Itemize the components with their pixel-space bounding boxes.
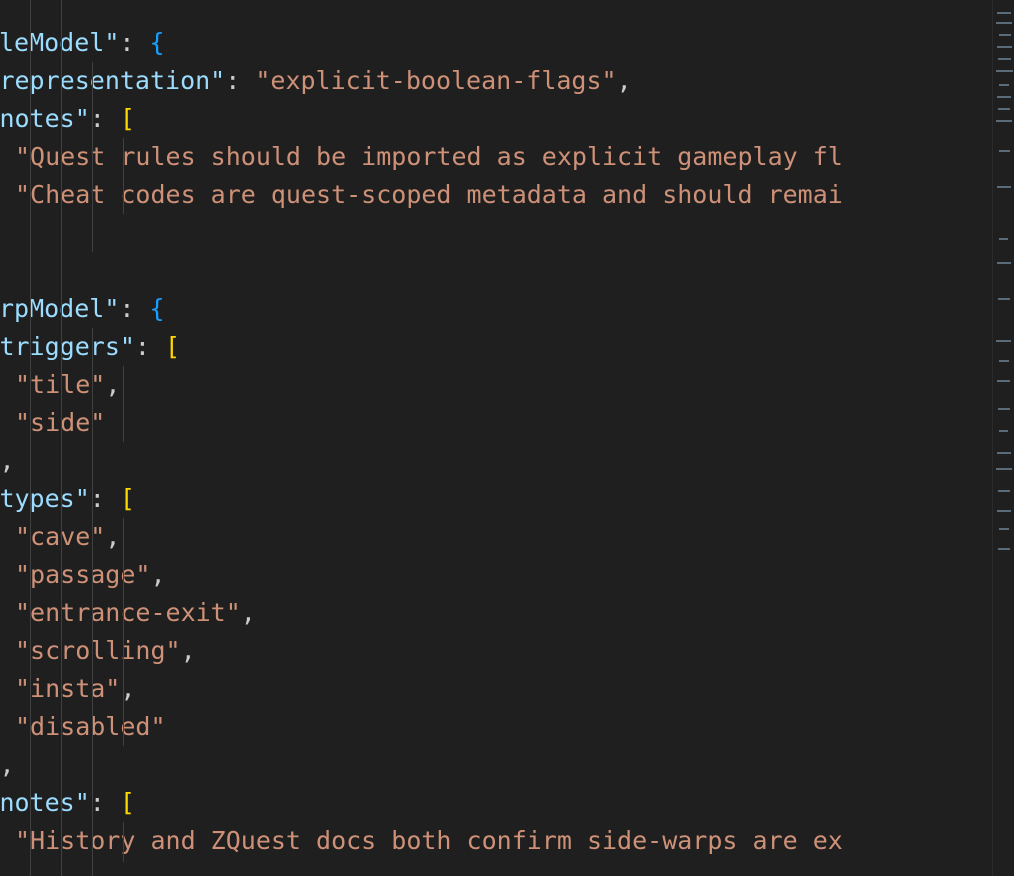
token-punc: : [225, 66, 256, 95]
token-punc: : [119, 294, 150, 323]
token-punc: : [89, 104, 120, 133]
token-punc: , [105, 370, 121, 399]
code-line[interactable]: "types": [ [0, 480, 135, 518]
minimap-mark [999, 34, 1011, 36]
token-punc: : [89, 484, 120, 513]
token-b2: [ [119, 104, 135, 133]
minimap-mark [998, 58, 1011, 60]
token-punc: , [150, 560, 166, 589]
code-line[interactable]: "History and ZQuest docs both confirm si… [15, 822, 843, 860]
vertical-scrollbar[interactable] [992, 0, 1014, 876]
code-line[interactable]: ], [0, 746, 15, 784]
code-line[interactable]: "passage", [15, 556, 166, 594]
token-b2: [ [119, 484, 135, 513]
token-str: "History and ZQuest docs both confirm si… [15, 826, 843, 855]
indent-guide [92, 62, 93, 252]
token-str: "passage" [15, 560, 151, 589]
token-str: "Cheat codes are quest-scoped metadata a… [15, 180, 843, 209]
minimap-mark [997, 96, 1011, 98]
minimap-mark [998, 408, 1010, 410]
token-str: "scrolling" [15, 636, 181, 665]
minimap-mark [999, 150, 1010, 152]
token-punc: , [0, 750, 15, 779]
token-key: "warpModel" [0, 294, 120, 323]
minimap-mark [999, 238, 1008, 240]
token-str: "entrance-exit" [15, 598, 241, 627]
token-str: "explicit-boolean-flags" [255, 66, 617, 95]
token-punc: , [0, 446, 15, 475]
token-b1: { [149, 28, 165, 57]
minimap-mark [998, 108, 1010, 110]
indent-guide [123, 822, 124, 862]
code-line[interactable]: ], [0, 442, 15, 480]
minimap-mark [996, 70, 1013, 72]
code-line[interactable]: "insta", [15, 670, 135, 708]
minimap-mark [997, 46, 1012, 48]
code-line[interactable]: "representation": "explicit-boolean-flag… [0, 62, 632, 100]
indent-guide [123, 518, 124, 746]
token-punc: : [89, 788, 120, 817]
token-punc: : [119, 28, 150, 57]
token-punc: , [180, 636, 196, 665]
token-key: "notes" [0, 788, 90, 817]
code-line[interactable]: "triggers": [ [0, 328, 180, 366]
code-editor[interactable]: },"ruleModel": {"representation": "expli… [0, 0, 992, 876]
code-line[interactable]: "scrolling", [15, 632, 196, 670]
minimap-mark [996, 468, 1012, 470]
minimap-mark [996, 340, 1011, 342]
minimap-mark [996, 22, 1012, 24]
minimap-mark [997, 452, 1011, 454]
indent-guide [123, 138, 124, 214]
minimap-mark [999, 430, 1008, 432]
minimap-mark [997, 380, 1010, 382]
minimap-mark [997, 12, 1011, 14]
token-key: "representation" [0, 66, 226, 95]
indent-guide [30, 0, 31, 876]
code-line[interactable]: "disabled" [15, 708, 166, 746]
token-key: "notes" [0, 104, 90, 133]
minimap-mark [999, 528, 1009, 530]
minimap-mark [998, 298, 1010, 300]
token-str: "Quest rules should be imported as expli… [15, 142, 843, 171]
code-line[interactable]: "notes": [ [0, 784, 135, 822]
token-key: "types" [0, 484, 90, 513]
code-line[interactable]: "warpModel": { [0, 290, 165, 328]
minimap-mark [998, 548, 1010, 550]
minimap-mark [996, 120, 1012, 122]
minimap-mark [999, 360, 1009, 362]
minimap-mark [997, 186, 1011, 188]
token-key: "triggers" [0, 332, 135, 361]
minimap-mark [999, 84, 1009, 86]
code-line[interactable]: "entrance-exit", [15, 594, 256, 632]
code-line[interactable]: "ruleModel": { [0, 24, 165, 62]
code-line[interactable]: "notes": [ [0, 100, 135, 138]
token-b1: { [149, 294, 165, 323]
code-line[interactable]: "Quest rules should be imported as expli… [15, 138, 843, 176]
token-key: "ruleModel" [0, 28, 120, 57]
token-punc: , [240, 598, 256, 627]
minimap-mark [998, 490, 1010, 492]
token-b2: [ [119, 788, 135, 817]
indent-guide [123, 366, 124, 442]
token-str: "disabled" [15, 712, 166, 741]
token-punc: , [616, 66, 632, 95]
code-line[interactable]: "Cheat codes are quest-scoped metadata a… [15, 176, 843, 214]
minimap-mark [997, 510, 1011, 512]
token-b2: [ [165, 332, 181, 361]
indent-guide [92, 328, 93, 876]
indent-guide [61, 0, 62, 876]
minimap-mark [997, 262, 1011, 264]
token-punc: : [134, 332, 166, 361]
minimap-icon [996, 12, 1013, 550]
token-punc: , [105, 522, 121, 551]
